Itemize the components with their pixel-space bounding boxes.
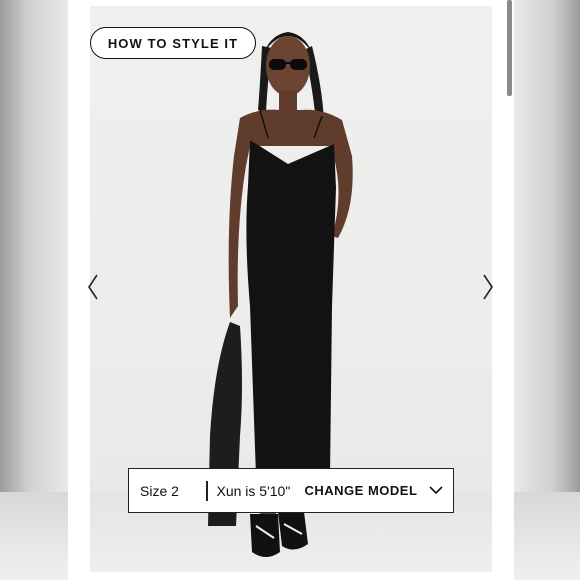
model-info-bar: Size 2 Xun is 5'10" CHANGE MODEL <box>128 468 454 513</box>
how-to-style-it-button[interactable]: HOW TO STYLE IT <box>90 27 256 59</box>
model-height-label: Xun is 5'10" <box>216 482 291 499</box>
size-label: Size 2 <box>140 482 179 499</box>
chevron-down-icon <box>429 486 443 495</box>
previous-image-arrow[interactable] <box>86 274 100 305</box>
change-model-label: CHANGE MODEL <box>304 483 418 498</box>
next-image-arrow[interactable] <box>481 274 495 305</box>
right-background <box>514 0 580 580</box>
chevron-left-icon <box>88 274 98 305</box>
scrollbar[interactable] <box>507 0 512 96</box>
left-background <box>0 0 68 580</box>
how-to-style-it-label: HOW TO STYLE IT <box>107 35 239 51</box>
change-model-button[interactable]: CHANGE MODEL <box>305 483 444 498</box>
chevron-right-icon <box>483 274 493 305</box>
